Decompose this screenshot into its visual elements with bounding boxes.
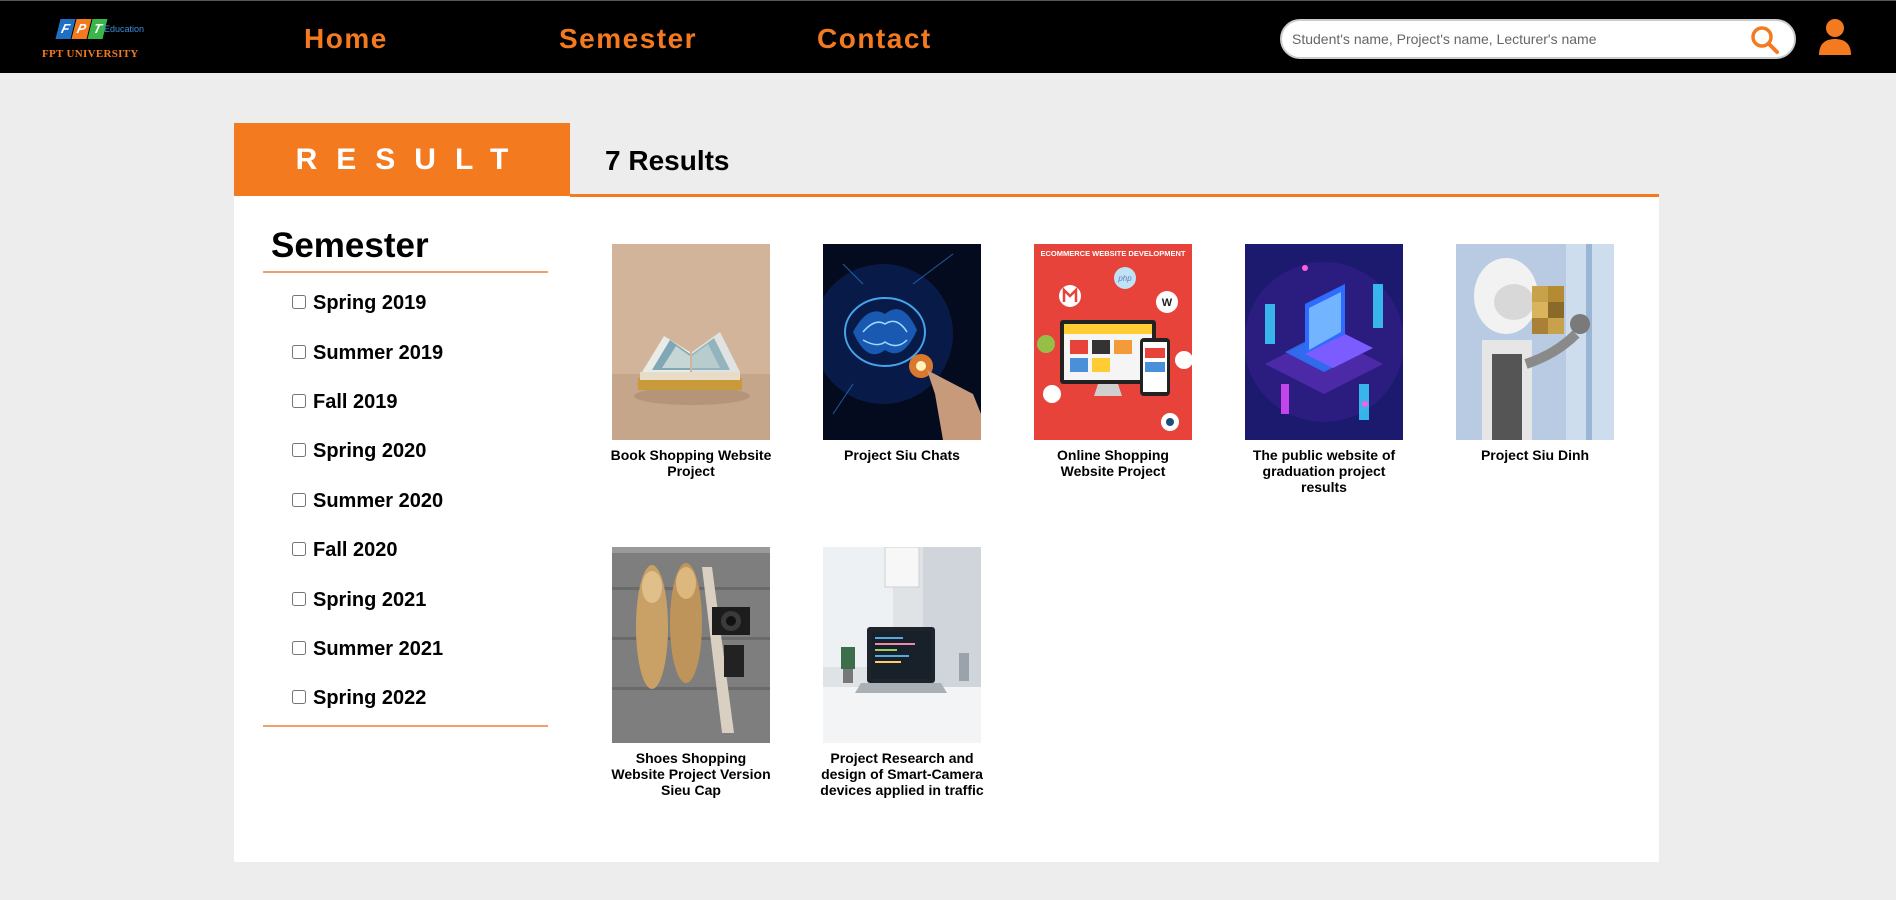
sidebar-divider-bottom: [263, 724, 548, 727]
ecommerce-banner-text: ECOMMERCE WEBSITE DEVELOPMENT: [1040, 249, 1185, 258]
nav-contact-link[interactable]: Contact: [817, 23, 932, 55]
user-icon: [1819, 19, 1851, 55]
semester-checkbox[interactable]: [292, 591, 306, 606]
semester-checkbox[interactable]: [292, 344, 306, 359]
project-title: Book Shopping Website Project: [610, 447, 772, 479]
semester-label[interactable]: Spring 2019: [313, 292, 426, 315]
semester-item-spring-2022: Spring 2022: [292, 674, 548, 723]
project-card[interactable]: ECOMMERCE WEBSITE DEVELOPMENT php W Onli…: [1030, 244, 1196, 479]
semester-item-fall-2020: Fall 2020: [292, 526, 548, 575]
semester-filter-title: Semester: [271, 226, 429, 265]
project-card[interactable]: The public website of graduation project…: [1241, 244, 1407, 495]
semester-filter-sidebar: Semester Spring 2019 Summer 2019 Fall 20…: [263, 223, 548, 727]
semester-label[interactable]: Fall 2020: [313, 539, 398, 562]
isometric-laptop-image: [1245, 244, 1403, 440]
semester-item-spring-2020: Spring 2020: [292, 427, 548, 476]
search-button[interactable]: [1750, 25, 1780, 55]
semester-item-spring-2021: Spring 2021: [292, 575, 548, 624]
result-count: 7 Results: [605, 145, 730, 176]
semester-item-summer-2021: Summer 2021: [292, 625, 548, 674]
shoes-camera-image: [612, 547, 770, 743]
user-account-button[interactable]: [1818, 18, 1852, 56]
semester-label[interactable]: Spring 2022: [313, 687, 426, 710]
semester-checkbox[interactable]: [292, 640, 306, 655]
project-title: Shoes Shopping Website Project Version S…: [611, 750, 771, 798]
semester-label[interactable]: Summer 2019: [313, 342, 443, 365]
robot-cube-image: [1456, 244, 1614, 440]
top-navbar: F P T Education FPT UNIVERSITY Home Seme…: [0, 0, 1896, 73]
semester-checkbox[interactable]: [292, 492, 306, 507]
nav-semester-link[interactable]: Semester: [559, 23, 697, 55]
laptop-desk-image: [823, 547, 981, 743]
semester-label[interactable]: Summer 2021: [313, 638, 443, 661]
project-title: The public website of graduation project…: [1252, 447, 1396, 495]
project-card[interactable]: Project Siu Dinh: [1452, 244, 1618, 463]
ecommerce-illustration-image: ECOMMERCE WEBSITE DEVELOPMENT php W: [1034, 244, 1192, 440]
open-book-image: [612, 244, 770, 440]
semester-item-spring-2019: Spring 2019: [292, 279, 548, 328]
semester-checkbox[interactable]: [292, 393, 306, 408]
semester-item-summer-2019: Summer 2019: [292, 328, 548, 377]
project-title: Project Research and design of Smart-Cam…: [820, 750, 984, 798]
semester-label[interactable]: Fall 2019: [313, 391, 398, 414]
project-card[interactable]: Project Siu Chats: [819, 244, 985, 463]
semester-checkbox[interactable]: [292, 295, 306, 310]
semester-label[interactable]: Summer 2020: [313, 490, 443, 513]
search-bar: [1280, 19, 1796, 59]
semester-item-summer-2020: Summer 2020: [292, 477, 548, 526]
semester-checkbox[interactable]: [292, 690, 306, 705]
project-card[interactable]: Project Research and design of Smart-Cam…: [819, 547, 985, 798]
semester-label[interactable]: Spring 2020: [313, 440, 426, 463]
search-input[interactable]: [1292, 21, 1742, 57]
fpt-logo-mark: F P T: [55, 19, 108, 39]
project-card[interactable]: Book Shopping Website Project: [608, 244, 774, 479]
digital-brain-image: [823, 244, 981, 440]
semester-checkbox[interactable]: [292, 542, 306, 557]
nav-home-link[interactable]: Home: [304, 23, 388, 55]
result-divider: [570, 194, 1659, 197]
logo-education-text: Education: [104, 24, 145, 34]
results-panel: RESULT 7 Results Semester Spring 2019 Su…: [234, 123, 1659, 862]
project-card[interactable]: Shoes Shopping Website Project Version S…: [608, 547, 774, 798]
svg-text:W: W: [1162, 297, 1173, 309]
project-title: Project Siu Chats: [844, 447, 960, 463]
semester-checkbox[interactable]: [292, 443, 306, 458]
result-tab: RESULT: [234, 123, 570, 196]
semester-list: Spring 2019 Summer 2019 Fall 2019 Spring…: [263, 273, 548, 724]
search-icon: [1751, 26, 1779, 54]
semester-label[interactable]: Spring 2021: [313, 589, 426, 612]
result-header-strip: [570, 123, 1659, 196]
svg-text:php: php: [1117, 274, 1132, 283]
semester-item-fall-2019: Fall 2019: [292, 378, 548, 427]
project-title: Online Shopping Website Project: [1057, 447, 1169, 479]
fpt-university-logo[interactable]: F P T Education FPT UNIVERSITY: [42, 15, 154, 63]
project-title: Project Siu Dinh: [1480, 447, 1590, 463]
logo-university-name: FPT UNIVERSITY: [42, 48, 139, 60]
